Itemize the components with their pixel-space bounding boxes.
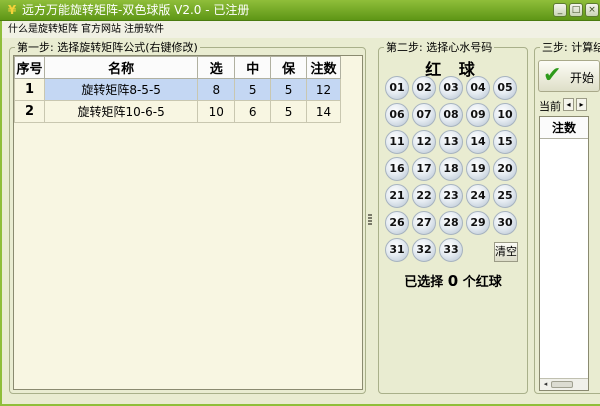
red-ball-23[interactable]: 23 <box>439 184 463 208</box>
step1-title: 第一步: 选择旋转矩阵公式(右键修改) <box>15 41 200 54</box>
row-bets[interactable]: 14 <box>306 100 341 123</box>
table-row[interactable]: 2 旋转矩阵10-6-5 10 6 5 14 <box>14 100 341 123</box>
row-index: 1 <box>14 78 45 101</box>
red-ball-03[interactable]: 03 <box>439 76 463 100</box>
red-ball-10[interactable]: 10 <box>493 103 517 127</box>
row-name[interactable]: 旋转矩阵10-6-5 <box>43 100 199 123</box>
red-ball-33[interactable]: 33 <box>439 238 463 262</box>
red-ball-05[interactable]: 05 <box>493 76 517 100</box>
start-button[interactable]: ✔ 开始 <box>538 60 600 92</box>
row-bets[interactable]: 12 <box>306 78 341 101</box>
red-ball-20[interactable]: 20 <box>493 157 517 181</box>
col-header-index[interactable]: 序号 <box>14 56 45 79</box>
red-ball-15[interactable]: 15 <box>493 130 517 154</box>
maximize-button[interactable]: □ <box>569 3 583 17</box>
red-ball-04[interactable]: 04 <box>466 76 490 100</box>
red-ball-06[interactable]: 06 <box>385 103 409 127</box>
prev-arrow-icon[interactable]: ◂ <box>563 98 574 111</box>
row-hit[interactable]: 6 <box>234 100 272 123</box>
formula-table: 序号 名称 选 中 保 注数 1 旋转矩阵8-5-5 8 5 5 12 2 旋转… <box>14 56 341 123</box>
red-ball-18[interactable]: 18 <box>439 157 463 181</box>
red-ball-01[interactable]: 01 <box>385 76 409 100</box>
selected-prefix: 已选择 <box>404 275 444 290</box>
red-ball-22[interactable]: 22 <box>412 184 436 208</box>
red-ball-07[interactable]: 07 <box>412 103 436 127</box>
row-name[interactable]: 旋转矩阵8-5-5 <box>43 78 199 101</box>
check-icon: ✔ <box>543 63 562 88</box>
menu-item-what-is-matrix[interactable]: 什么是旋转矩阵 <box>8 23 78 36</box>
red-ball-25[interactable]: 25 <box>493 184 517 208</box>
red-ball-28[interactable]: 28 <box>439 211 463 235</box>
red-ball-19[interactable]: 19 <box>466 157 490 181</box>
close-button[interactable]: × <box>585 3 599 17</box>
red-ball-14[interactable]: 14 <box>466 130 490 154</box>
formula-table-container: 序号 名称 选 中 保 注数 1 旋转矩阵8-5-5 8 5 5 12 2 旋转… <box>13 55 363 390</box>
selected-count: 0 <box>447 272 459 290</box>
col-header-pick[interactable]: 选 <box>197 56 236 79</box>
menu-bar: 什么是旋转矩阵 官方网站 注册软件 <box>0 21 600 38</box>
minimize-button[interactable]: _ <box>553 3 567 17</box>
result-list[interactable]: 注数 ◂ <box>539 116 589 391</box>
current-label: 当前 <box>539 100 561 113</box>
red-ball-17[interactable]: 17 <box>412 157 436 181</box>
table-row[interactable]: 1 旋转矩阵8-5-5 8 5 5 12 <box>14 78 341 101</box>
next-arrow-icon[interactable]: ▸ <box>576 98 587 111</box>
red-ball-11[interactable]: 11 <box>385 130 409 154</box>
red-ball-08[interactable]: 08 <box>439 103 463 127</box>
red-ball-02[interactable]: 02 <box>412 76 436 100</box>
red-ball-30[interactable]: 30 <box>493 211 517 235</box>
scroll-thumb[interactable] <box>551 381 573 388</box>
menu-item-register[interactable]: 注册软件 <box>124 23 164 36</box>
window-border-left <box>0 21 2 406</box>
red-ball-31[interactable]: 31 <box>385 238 409 262</box>
row-index: 2 <box>14 100 45 123</box>
red-ball-16[interactable]: 16 <box>385 157 409 181</box>
selected-count-text: 已选择 0 个红球 <box>380 271 526 290</box>
scroll-left-icon[interactable]: ◂ <box>541 380 550 389</box>
step3-title: 三步: 计算结 <box>540 41 600 54</box>
col-header-bets[interactable]: 注数 <box>306 56 341 79</box>
red-ball-13[interactable]: 13 <box>439 130 463 154</box>
clear-button[interactable]: 清空 <box>494 242 518 262</box>
row-pick[interactable]: 10 <box>197 100 236 123</box>
red-ball-29[interactable]: 29 <box>466 211 490 235</box>
horizontal-scrollbar[interactable]: ◂ <box>540 378 588 390</box>
red-ball-26[interactable]: 26 <box>385 211 409 235</box>
row-hit[interactable]: 5 <box>234 78 272 101</box>
title-bar: ¥ 远方万能旋转矩阵-双色球版 V2.0 - 已注册 _ □ × <box>0 0 600 21</box>
step2-title: 第二步: 选择心水号码 <box>384 41 495 54</box>
menu-item-official-site[interactable]: 官方网站 <box>81 23 121 36</box>
red-ball-32[interactable]: 32 <box>412 238 436 262</box>
panel-splitter[interactable] <box>368 214 372 226</box>
red-ball-21[interactable]: 21 <box>385 184 409 208</box>
col-header-guarantee[interactable]: 保 <box>270 56 308 79</box>
red-ball-09[interactable]: 09 <box>466 103 490 127</box>
row-guarantee[interactable]: 5 <box>270 78 308 101</box>
red-ball-27[interactable]: 27 <box>412 211 436 235</box>
window-title: 远方万能旋转矩阵-双色球版 V2.0 - 已注册 <box>22 3 250 17</box>
money-icon: ¥ <box>7 3 17 17</box>
red-ball-24[interactable]: 24 <box>466 184 490 208</box>
start-label: 开始 <box>570 71 595 85</box>
row-pick[interactable]: 8 <box>197 78 236 101</box>
col-header-hit[interactable]: 中 <box>234 56 272 79</box>
row-guarantee[interactable]: 5 <box>270 100 308 123</box>
red-ball-12[interactable]: 12 <box>412 130 436 154</box>
result-list-header[interactable]: 注数 <box>540 117 588 139</box>
col-header-name[interactable]: 名称 <box>43 56 199 79</box>
selected-suffix: 个红球 <box>462 275 502 290</box>
